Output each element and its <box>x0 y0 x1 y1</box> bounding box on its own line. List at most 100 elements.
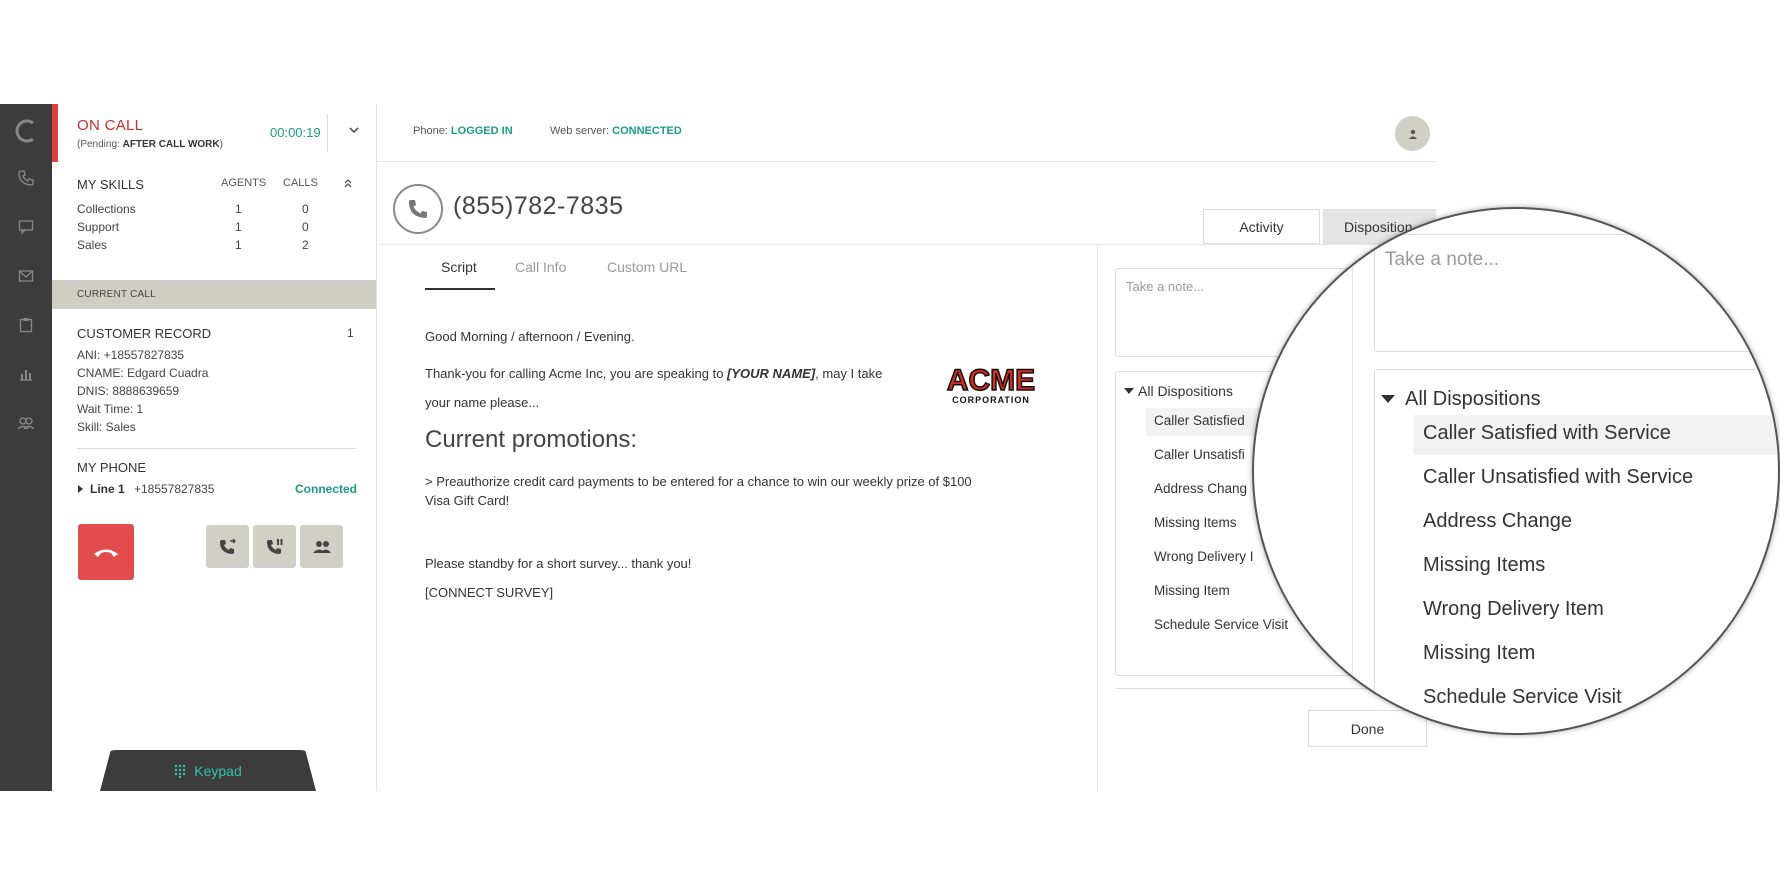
acme-logo: ACME CORPORATION <box>937 360 1045 408</box>
magnified-note-field[interactable]: Take a note... <box>1374 234 1778 352</box>
hold-icon <box>266 538 282 554</box>
skills-col-calls: CALLS <box>283 177 318 189</box>
divider <box>1097 245 1098 791</box>
phone-icon[interactable] <box>11 163 41 193</box>
magnifier-overlay: Take a note... All Dispositions Caller S… <box>1252 207 1780 735</box>
skill-agents: 1 <box>235 238 242 252</box>
skill-calls: 0 <box>302 202 309 216</box>
call-status: ON CALL <box>77 117 144 134</box>
list-item[interactable]: Wrong Delivery I <box>1154 549 1254 564</box>
logo-main-text: ACME <box>947 364 1035 397</box>
divider <box>377 161 1436 162</box>
active-tab-indicator <box>425 288 495 290</box>
list-item[interactable]: Caller Satisfied <box>1154 413 1245 428</box>
expand-icon[interactable] <box>78 485 83 493</box>
keypad-label: Keypad <box>194 762 242 779</box>
list-item[interactable]: Missing Items <box>1423 554 1545 577</box>
skill-calls: 2 <box>302 238 309 252</box>
subtab-custom-url[interactable]: Custom URL <box>607 259 687 275</box>
chart-icon[interactable] <box>11 359 41 389</box>
current-call-bar: CURRENT CALL <box>52 280 376 309</box>
line-status: Connected <box>295 482 358 496</box>
webserver-status: Web server: CONNECTED <box>550 125 682 137</box>
promo-title: Current promotions: <box>425 426 638 453</box>
record-field: CNAME: Edgard Cuadra <box>77 366 209 380</box>
my-phone-title: MY PHONE <box>77 460 147 475</box>
caret-down-icon[interactable] <box>1124 388 1134 394</box>
subtab-script[interactable]: Script <box>441 259 477 275</box>
team-icon[interactable] <box>11 408 41 438</box>
divider <box>327 114 328 152</box>
line-label: Line 1 <box>90 482 125 496</box>
skill-agents: 1 <box>235 220 242 234</box>
divider <box>77 448 357 449</box>
survey-line: Please standby for a short survey... tha… <box>425 556 692 571</box>
list-item[interactable]: Caller Unsatisfied with Service <box>1423 466 1693 489</box>
clipboard-icon[interactable] <box>11 310 41 340</box>
chat-icon[interactable] <box>11 212 41 242</box>
transfer-icon <box>219 538 236 554</box>
list-item[interactable]: Missing Item <box>1423 642 1535 665</box>
agent-panel: ON CALL (Pending: AFTER CALL WORK) 00:00… <box>52 104 377 791</box>
all-dispositions[interactable]: All Dispositions <box>1405 388 1541 411</box>
hangup-icon <box>94 549 118 557</box>
magnified-disposition-list: All Dispositions Caller Satisfied with S… <box>1374 369 1778 733</box>
status-indicator <box>52 104 58 162</box>
phone-status: Phone: LOGGED IN <box>413 125 513 137</box>
list-item[interactable]: Wrong Delivery Item <box>1423 598 1604 621</box>
phone-icon <box>393 184 443 234</box>
line-number: +18557827835 <box>134 482 215 496</box>
call-timer: 00:00:19 <box>270 125 321 140</box>
hangup-button[interactable] <box>78 524 134 580</box>
subtab-call-info[interactable]: Call Info <box>515 259 566 275</box>
caret-down-icon[interactable] <box>1381 395 1395 403</box>
chevron-down-icon[interactable] <box>344 120 364 140</box>
divider <box>1352 209 1353 733</box>
icon-rail <box>0 104 52 791</box>
logo-sub-text: CORPORATION <box>952 395 1030 405</box>
promo-line: > Preauthorize credit card payments to b… <box>425 474 972 489</box>
list-item[interactable]: Missing Items <box>1154 515 1237 530</box>
record-field: ANI: +18557827835 <box>77 348 185 362</box>
list-item[interactable]: Schedule Service Visit <box>1154 617 1288 632</box>
skill-name: Collections <box>77 202 136 216</box>
keypad-icon <box>175 764 186 778</box>
skill-name: Sales <box>77 238 108 252</box>
skill-agents: 1 <box>235 202 242 216</box>
agent-app: ON CALL (Pending: AFTER CALL WORK) 00:00… <box>0 104 1445 791</box>
skill-name: Support <box>77 220 120 234</box>
people-icon <box>312 540 331 553</box>
conference-button[interactable] <box>300 525 343 568</box>
script-thanks: Thank-you for calling Acme Inc, you are … <box>425 366 883 381</box>
list-item[interactable]: Address Chang <box>1154 481 1247 496</box>
list-item[interactable]: Caller Unsatisfi <box>1154 447 1245 462</box>
skill-calls: 0 <box>302 220 309 234</box>
list-item[interactable]: Schedule Service Visit <box>1423 686 1622 709</box>
all-dispositions[interactable]: All Dispositions <box>1138 383 1233 399</box>
list-item[interactable]: Missing Item <box>1154 583 1230 598</box>
connect-survey: [CONNECT SURVEY] <box>425 585 554 600</box>
mail-icon[interactable] <box>11 261 41 291</box>
avatar[interactable] <box>1395 116 1430 151</box>
script-thanks-line2: your name please... <box>425 395 540 410</box>
user-icon <box>1408 129 1417 139</box>
list-item[interactable]: Address Change <box>1423 510 1572 533</box>
record-field: Wait Time: 1 <box>77 402 144 416</box>
tab-activity[interactable]: Activity <box>1203 209 1320 244</box>
skills-col-agents: AGENTS <box>221 177 267 189</box>
customer-record-title: CUSTOMER RECORD <box>77 326 212 341</box>
divider <box>377 244 1436 245</box>
transfer-button[interactable] <box>206 525 249 568</box>
hold-button[interactable] <box>253 525 296 568</box>
collapse-icon[interactable] <box>342 176 354 195</box>
promo-line: Visa Gift Card! <box>425 493 510 508</box>
keypad-tab[interactable]: Keypad <box>100 750 316 791</box>
record-field: Skill: Sales <box>77 420 136 434</box>
pending-status: (Pending: AFTER CALL WORK) <box>77 139 223 150</box>
script-greeting: Good Morning / afternoon / Evening. <box>425 329 635 344</box>
customer-record-count: 1 <box>347 326 354 340</box>
record-field: DNIS: 8888639659 <box>77 384 180 398</box>
caller-number: (855)782-7835 <box>453 192 624 220</box>
logo-icon <box>11 116 41 146</box>
list-item[interactable]: Caller Satisfied with Service <box>1423 422 1671 445</box>
